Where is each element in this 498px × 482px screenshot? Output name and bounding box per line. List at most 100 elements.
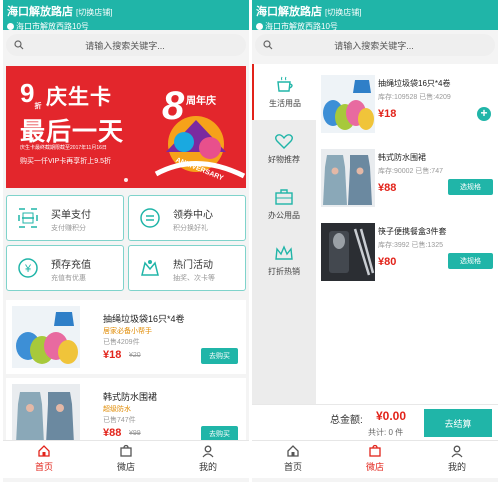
product-price: ¥88 [103, 427, 122, 439]
tile-pay-title: 买单支付 [51, 210, 91, 221]
store-name: 海口解放路店 [7, 6, 73, 18]
switch-store-link[interactable]: [切换店铺] [76, 7, 112, 18]
product-card[interactable]: 抽绳垃圾袋16只*4卷 居家必备小帮手 已售4209件 ¥18 ¥20 去购买 [6, 300, 246, 374]
checkout-button[interactable]: 去结算 [424, 409, 492, 437]
tile-pay-subtitle: 支付赚积分 [51, 225, 86, 232]
category-sidebar: 生活用品 好物推荐 办公用品 打折热销 [252, 64, 316, 404]
tab-shop-label: 微店 [365, 462, 384, 472]
store-header: 海口解放路店 [切换店铺] 海口市解放西路10号 [252, 0, 498, 31]
category-sale[interactable]: 打折热销 [252, 232, 316, 288]
home-icon [38, 445, 50, 457]
tile-coupon-title: 领券中心 [173, 210, 213, 221]
product-name: 抽绳垃圾袋16只*4卷 [378, 79, 451, 88]
tab-home[interactable]: 首页 [3, 441, 85, 478]
switch-store-link[interactable]: [切换店铺] [325, 7, 361, 18]
tile-recharge-subtitle: 充值有优惠 [51, 275, 86, 282]
banner-title-1: 庆生卡 [46, 86, 112, 109]
add-to-cart-button[interactable]: + [477, 107, 491, 121]
shop-screen: 海口解放路店 [切换店铺] 海口市解放西路10号 请输入搜索关键字... 生活用… [252, 0, 498, 482]
home-icon [287, 445, 299, 457]
activity-icon [141, 260, 159, 276]
tab-shop[interactable]: 微店 [334, 441, 416, 478]
category-recommend[interactable]: 好物推荐 [252, 120, 316, 176]
location-icon [256, 23, 263, 30]
search-placeholder: 请输入搜索关键字... [85, 40, 165, 51]
store-address: 海口市解放西路10号 [265, 22, 338, 31]
product-name: 抽绳垃圾袋16只*4卷 [103, 314, 185, 324]
crown-icon [275, 244, 293, 260]
store-name: 海口解放路店 [256, 6, 322, 18]
search-icon [14, 40, 24, 50]
user-icon [451, 445, 463, 458]
product-image-cutlery [321, 223, 375, 281]
tab-me-label: 我的 [198, 462, 217, 472]
list-item[interactable]: 韩式防水围裙 库存:90002 已售:747 ¥88 选规格 [316, 144, 498, 212]
product-image-apron [321, 149, 375, 207]
cart-count: 共计: 0 件 [368, 428, 404, 437]
tile-recharge-title: 预存充值 [51, 260, 91, 271]
select-spec-button[interactable]: 选规格 [448, 253, 493, 269]
coupon-icon [140, 208, 160, 228]
heart-icon [275, 133, 293, 149]
recharge-icon: ¥ [18, 258, 38, 278]
store-header: 海口解放路店 [切换店铺] 海口市解放西路10号 [3, 0, 249, 31]
banner-discount: 9折 [20, 78, 41, 111]
tab-home[interactable]: 首页 [252, 441, 334, 478]
tab-shop[interactable]: 微店 [85, 441, 167, 478]
product-tagline: 居家必备小帮手 [103, 328, 152, 335]
promo-banner[interactable]: 9折 庆生卡 最后一天 庆生卡最终截期限截至2017年11月16日 购买一仟VI… [6, 66, 246, 188]
tile-activity[interactable]: 热门活动 抽奖、次卡等 [128, 245, 246, 291]
search-input[interactable]: 请输入搜索关键字... [6, 34, 246, 56]
category-daily[interactable]: 生活用品 [252, 64, 316, 120]
product-stock: 库存:3992 已售:1325 [378, 242, 443, 249]
tab-shop-label: 微店 [116, 462, 135, 472]
product-list: 抽绳垃圾袋16只*4卷 库存:109528 已售:4209 ¥18 + 韩式防水… [316, 64, 498, 404]
home-screen: 海口解放路店 [切换店铺] 海口市解放西路10号 请输入搜索关键字... 9折 … [3, 0, 249, 482]
briefcase-icon [275, 188, 293, 205]
carousel-dot[interactable] [124, 178, 128, 182]
tab-me[interactable]: 我的 [416, 441, 498, 478]
banner-title-2: 最后一天 [20, 118, 125, 146]
tile-activity-title: 热门活动 [173, 260, 213, 271]
svg-text:¥: ¥ [24, 263, 32, 275]
search-icon [263, 40, 273, 50]
category-office[interactable]: 办公用品 [252, 176, 316, 232]
user-icon [202, 445, 214, 458]
product-price: ¥88 [378, 182, 397, 194]
tile-recharge[interactable]: ¥ 预存充值 充值有优惠 [6, 245, 124, 291]
tile-activity-subtitle: 抽奖、次卡等 [173, 275, 215, 282]
tile-pay[interactable]: 买单支付 支付赚积分 [6, 195, 124, 241]
select-spec-button[interactable]: 选规格 [448, 179, 493, 195]
product-price: ¥18 [378, 108, 397, 120]
product-name: 韩式防水围裙 [378, 153, 426, 162]
banner-discount-num: 9 [20, 78, 35, 108]
tab-home-label: 首页 [34, 462, 53, 472]
shop-icon [369, 444, 381, 457]
list-item[interactable]: 抽绳垃圾袋16只*4卷 库存:109528 已售:4209 ¥18 + [316, 70, 498, 138]
search-input[interactable]: 请输入搜索关键字... [255, 34, 495, 56]
scan-pay-icon [18, 208, 38, 228]
product-name: 筷子便携餐盒3件套 [378, 227, 447, 236]
product-sold-count: 已售747件 [103, 417, 136, 424]
tile-coupon[interactable]: 领券中心 积分换好礼 [128, 195, 246, 241]
list-item[interactable]: 筷子便携餐盒3件套 库存:3992 已售:1325 ¥80 选规格 [316, 218, 498, 286]
anniversary-text: 周年庆 [186, 96, 216, 107]
location-icon [7, 23, 14, 30]
bottom-tabbar: 首页 微店 我的 [3, 440, 249, 478]
product-card[interactable]: 韩式防水围裙 超级防水 已售747件 ¥88 ¥99 去购买 [6, 378, 246, 446]
product-original-price: ¥99 [129, 430, 141, 437]
total-amount: ¥0.00 [376, 409, 407, 423]
quick-actions: 买单支付 支付赚积分 领券中心 积分换好礼 ¥ 预存充值 充值有优惠 热门活动 … [6, 195, 246, 291]
tile-coupon-subtitle: 积分换好礼 [173, 225, 208, 232]
category-recommend-label: 好物推荐 [268, 154, 300, 164]
anniversary-number: 8 [162, 84, 185, 128]
tab-me-label: 我的 [447, 462, 466, 472]
buy-button[interactable]: 去购买 [201, 348, 238, 364]
search-placeholder: 请输入搜索关键字... [334, 40, 414, 51]
tab-me[interactable]: 我的 [167, 441, 249, 478]
product-stock: 库存:90002 已售:747 [378, 168, 443, 175]
banner-promo-text: 购买一仟VIP卡再享折上9.5折 [20, 158, 112, 165]
product-image-trash-bags [321, 75, 375, 133]
product-original-price: ¥20 [129, 352, 141, 359]
product-image-trash-bags [12, 306, 80, 368]
